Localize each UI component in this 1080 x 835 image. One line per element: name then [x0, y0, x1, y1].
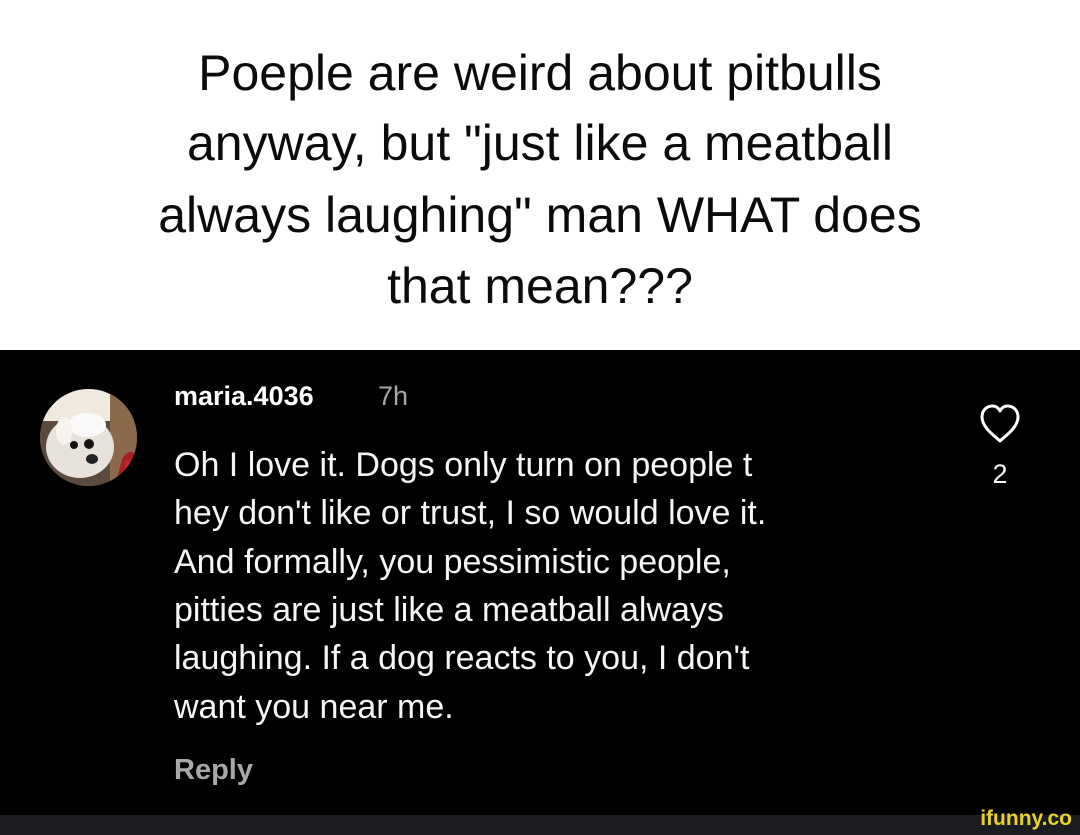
- comment-timestamp: 7h: [378, 381, 409, 411]
- caption-line-3: always laughing" man WHAT does: [158, 187, 922, 243]
- like-count: 2: [992, 459, 1008, 489]
- heart-outline-icon[interactable]: [978, 403, 1022, 445]
- caption-line-4: that mean???: [387, 258, 693, 314]
- comment-text-line: want you near me.: [174, 688, 454, 726]
- comment-username[interactable]: maria.4036: [174, 378, 314, 414]
- comment-text-line: pitties are just like a meatball always: [174, 591, 724, 629]
- caption-line-1: Poeple are weird about pitbulls: [198, 45, 882, 101]
- comment-card: maria.4036 7h Oh I love it. Dogs only tu…: [0, 350, 1080, 815]
- meme-caption: Poeple are weird about pitbulls anyway, …: [0, 0, 1080, 350]
- comment-text-line: Oh I love it. Dogs only turn on people t: [174, 446, 753, 484]
- ifunny-watermark: ifunny.co: [980, 807, 1072, 830]
- comment-text-line: hey don't like or trust, I so would love…: [174, 494, 767, 532]
- dog-avatar-image: [40, 389, 137, 486]
- caption-line-2: anyway, but "just like a meatball: [186, 115, 894, 171]
- comment-text-line: And formally, you pessimistic people,: [174, 543, 731, 581]
- watermark-bar: [0, 815, 1080, 835]
- reply-button[interactable]: Reply: [174, 750, 253, 790]
- comment-text-line: laughing. If a dog reacts to you, I don'…: [174, 639, 750, 677]
- avatar[interactable]: [40, 389, 137, 486]
